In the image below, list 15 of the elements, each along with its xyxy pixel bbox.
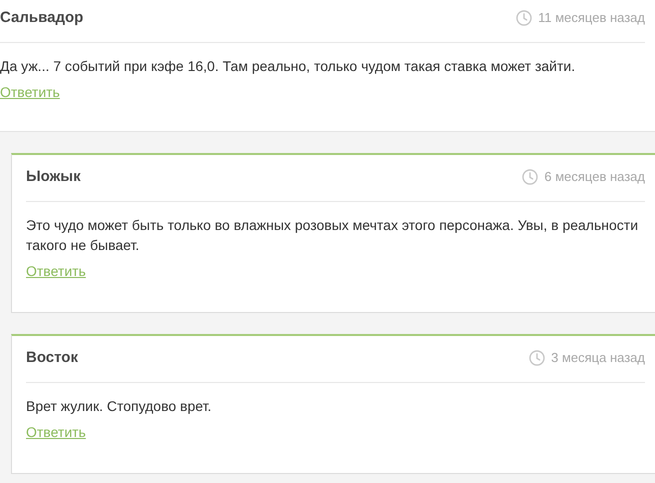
reply-link[interactable]: Ответить bbox=[26, 261, 86, 282]
author-name: Ыожык bbox=[26, 166, 81, 187]
clock-icon bbox=[522, 169, 538, 185]
clock-icon bbox=[529, 350, 546, 366]
comment-text: Это чудо может быть только во влажных розовых мечтах этого персонажа. Увы, в реальности такого не бывает. bbox=[26, 216, 640, 255]
reply-link[interactable]: Ответить bbox=[0, 82, 60, 103]
comment-text: Врет жулик. Стопудово врет. bbox=[26, 397, 212, 416]
timestamp: 6 месяцев назад bbox=[544, 168, 645, 186]
clock-icon bbox=[516, 10, 532, 26]
timestamp: 3 месяца назад bbox=[551, 349, 645, 368]
reply-link[interactable]: Ответить bbox=[26, 422, 86, 443]
comment-text: Да уж... 7 событий при кэфе 16,0. Там реально, только чудом такая ставка может зайти. bbox=[0, 57, 576, 76]
author-name: Сальвадор bbox=[0, 8, 84, 28]
timestamp: 11 месяцев назад bbox=[538, 9, 645, 28]
author-name: Восток bbox=[26, 348, 78, 368]
